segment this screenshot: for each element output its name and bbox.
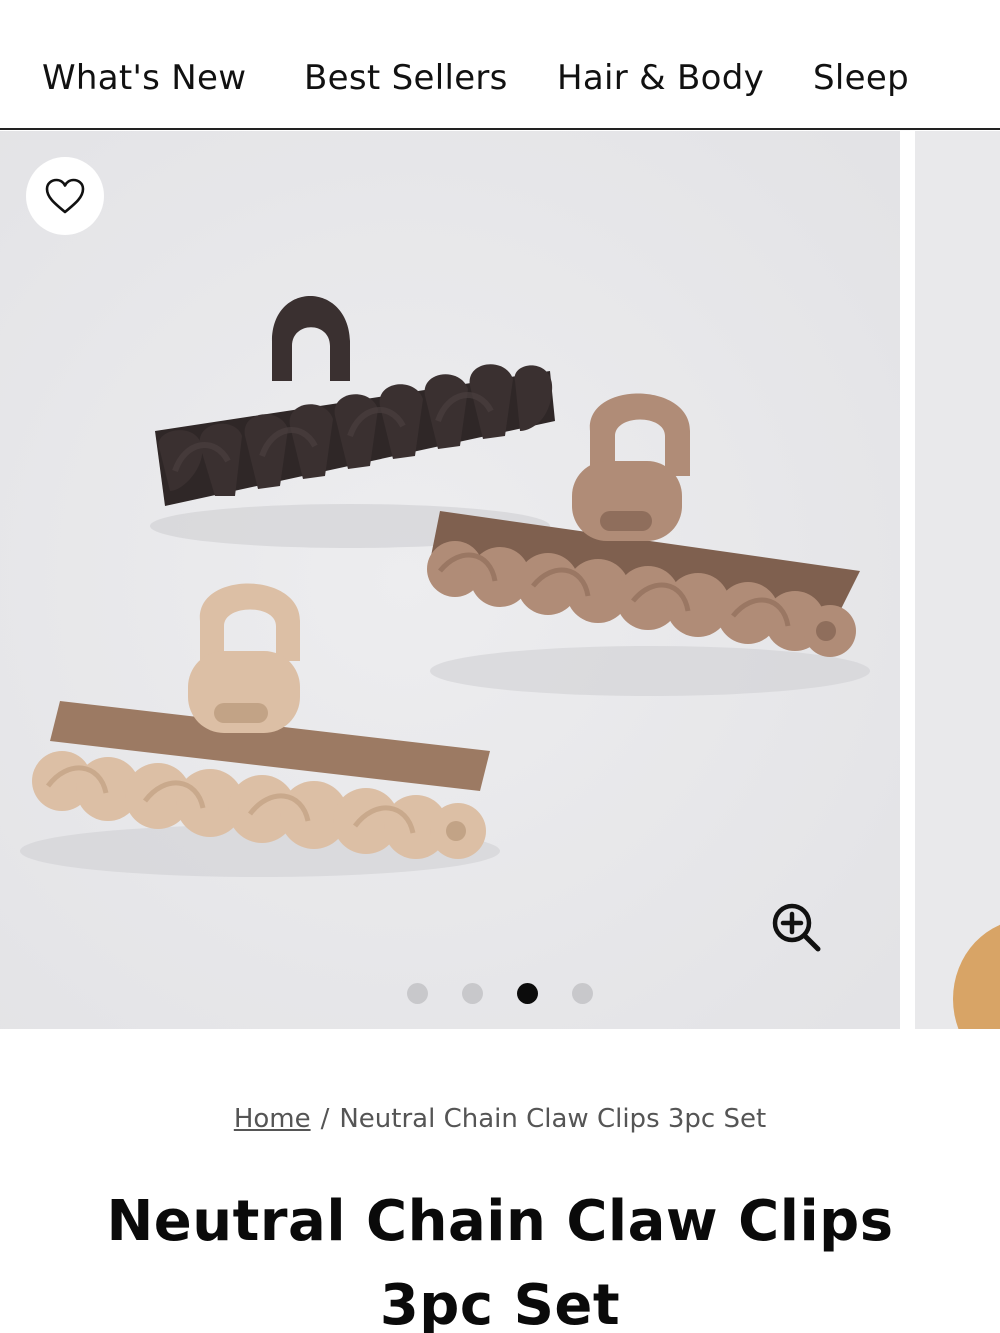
category-nav: What's New Best Sellers Hair & Body Slee…: [0, 0, 1000, 130]
next-slide-preview: [953, 919, 1000, 1029]
pagination-dot-4[interactable]: [572, 983, 593, 1004]
product-gallery[interactable]: [0, 131, 1000, 1029]
breadcrumb-separator: /: [320, 1104, 330, 1134]
favorite-button[interactable]: [26, 157, 104, 235]
breadcrumb-current: Neutral Chain Claw Clips 3pc Set: [339, 1104, 767, 1134]
heart-outline-icon: [45, 178, 85, 214]
pagination-dot-1[interactable]: [407, 983, 428, 1004]
breadcrumb-home-link[interactable]: Home: [234, 1104, 311, 1134]
nav-item-best-sellers[interactable]: Best Sellers: [304, 58, 508, 98]
breadcrumb: Home / Neutral Chain Claw Clips 3pc Set: [0, 1104, 1000, 1134]
gallery-slide-next-peek[interactable]: [915, 131, 1000, 1029]
pagination-dot-3-active[interactable]: [517, 983, 538, 1004]
nav-item-sleep[interactable]: Sleep: [813, 58, 909, 98]
zoom-in-icon: [772, 903, 821, 952]
product-title: Neutral Chain Claw Clips 3pc Set: [106, 1189, 894, 1333]
nav-item-whats-new[interactable]: What's New: [42, 58, 246, 98]
gallery-slide-current[interactable]: [0, 131, 900, 1029]
nav-item-hair-body[interactable]: Hair & Body: [557, 58, 764, 98]
product-page: What's New Best Sellers Hair & Body Slee…: [0, 0, 1000, 1333]
zoom-button[interactable]: [764, 895, 828, 959]
pagination-dot-2[interactable]: [462, 983, 483, 1004]
gallery-pagination: [0, 981, 1000, 1005]
